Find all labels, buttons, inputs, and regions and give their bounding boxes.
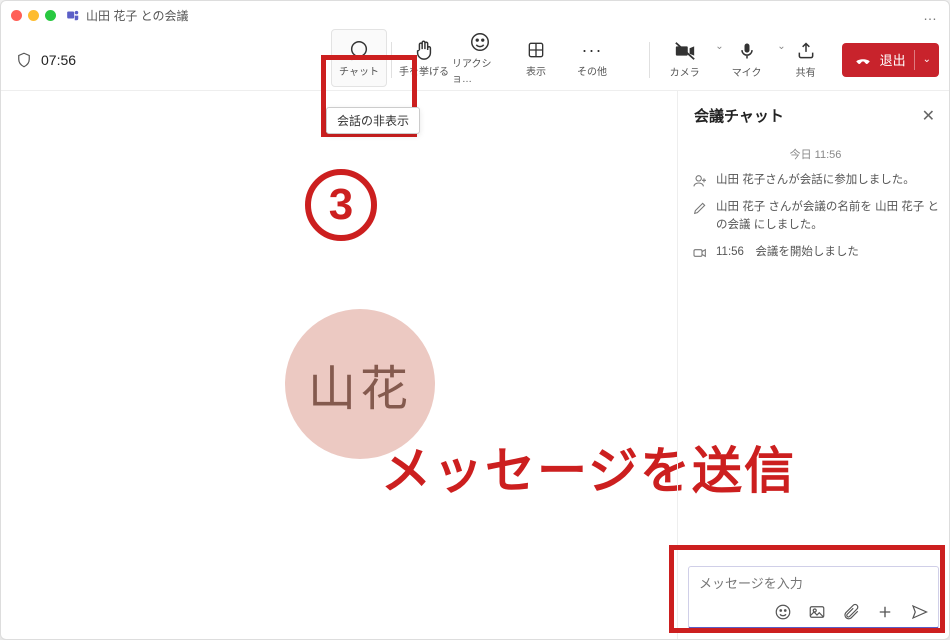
maximize-window-button[interactable] (45, 10, 56, 21)
chevron-down-icon[interactable]: ⌄ (923, 54, 931, 65)
share-tray-icon (795, 40, 817, 62)
chat-compose-box[interactable] (688, 566, 939, 629)
camera-button[interactable]: カメラ ⌄ (654, 31, 716, 89)
share-label: 共有 (796, 64, 816, 79)
chat-icon (348, 39, 370, 61)
grid-icon (525, 39, 547, 61)
view-button[interactable]: 表示 (508, 29, 564, 87)
image-icon[interactable] (808, 603, 826, 621)
pencil-icon (692, 200, 708, 216)
ellipsis-icon: ··· (581, 39, 603, 61)
chat-system-event: 山田 花子さんが会話に参加しました。 (692, 172, 939, 189)
shield-icon (15, 51, 33, 69)
chat-timestamp-header: 今日 11:56 (692, 146, 939, 162)
chat-button-label: チャット (339, 63, 379, 78)
reaction-label: リアクショ… (452, 55, 508, 85)
raise-hand-label: 手を挙げる (399, 63, 449, 78)
chat-event-text: 11:56 会議を開始しました (716, 244, 859, 261)
chat-system-event: 11:56 会議を開始しました (692, 244, 939, 261)
person-add-icon (692, 173, 708, 189)
close-window-button[interactable] (11, 10, 22, 21)
toolbar-right-group: カメラ ⌄ マイク ⌄ 共有 退出 ⌄ (645, 31, 939, 89)
hangup-icon (854, 51, 872, 69)
raise-hand-icon (413, 39, 435, 61)
app-window: 山田 花子 との会議 … 07:56 チャット 手を挙げる (0, 0, 950, 640)
toolbar-center-group: チャット 手を挙げる リアクショ… 表示 (331, 29, 620, 91)
plus-icon[interactable] (876, 603, 894, 621)
view-label: 表示 (526, 63, 546, 78)
chat-panel-body: 今日 11:56 山田 花子さんが会話に参加しました。 山田 花子 さんが会議の… (678, 136, 949, 556)
window-titlebar: 山田 花子 との会議 … (1, 1, 949, 29)
emoji-icon[interactable] (774, 603, 792, 621)
chat-panel-header: 会議チャット ✕ (678, 91, 949, 136)
window-more-icon[interactable]: … (923, 7, 939, 23)
toolbar-divider (649, 42, 650, 78)
window-title: 山田 花子 との会議 (86, 7, 189, 24)
meeting-chat-panel: 会議チャット ✕ 今日 11:56 山田 花子さんが会話に参加しました。 山田 … (677, 91, 949, 639)
microphone-icon (736, 40, 758, 62)
teams-app-icon (66, 8, 80, 22)
raise-hand-button[interactable]: 手を挙げる (396, 29, 452, 87)
smiley-icon (469, 31, 491, 53)
send-icon[interactable] (910, 603, 928, 621)
minimize-window-button[interactable] (28, 10, 39, 21)
leave-button[interactable]: 退出 ⌄ (842, 43, 939, 77)
meeting-main-area: 3 山花 メッセージを送信 会議チャット ✕ 今日 11:56 山田 花子さんが… (1, 91, 949, 639)
chat-event-text: 山田 花子さんが会話に参加しました。 (716, 172, 915, 189)
toolbar-divider (391, 42, 392, 78)
close-chat-panel-button[interactable]: ✕ (922, 106, 935, 126)
compose-toolbar (699, 593, 928, 621)
chat-system-event: 山田 花子 さんが会議の名前を 山田 花子 との会議 にしました。 (692, 199, 939, 234)
camera-off-icon (674, 40, 696, 62)
camera-label: カメラ (670, 64, 700, 79)
chat-message-input[interactable] (699, 576, 928, 591)
leave-divider (914, 50, 915, 70)
leave-label: 退出 (880, 50, 906, 69)
mic-button[interactable]: マイク ⌄ (716, 31, 778, 89)
meeting-timer: 07:56 (41, 52, 76, 68)
attach-icon[interactable] (842, 603, 860, 621)
chat-panel-title: 会議チャット (694, 105, 784, 126)
more-label: その他 (577, 63, 607, 78)
chat-event-text: 山田 花子 さんが会議の名前を 山田 花子 との会議 にしました。 (716, 199, 939, 234)
avatar-initials: 山花 (308, 349, 412, 419)
reaction-button[interactable]: リアクショ… (452, 29, 508, 87)
more-button[interactable]: ··· その他 (564, 29, 620, 87)
traffic-lights (11, 10, 56, 21)
meeting-toolbar: 07:56 チャット 手を挙げる リアクショ… (1, 29, 949, 91)
video-icon (692, 245, 708, 261)
chat-button[interactable]: チャット (331, 29, 387, 87)
share-button[interactable]: 共有 (778, 31, 834, 89)
mic-label: マイク (732, 64, 762, 79)
annotation-step-number: 3 (305, 169, 377, 241)
